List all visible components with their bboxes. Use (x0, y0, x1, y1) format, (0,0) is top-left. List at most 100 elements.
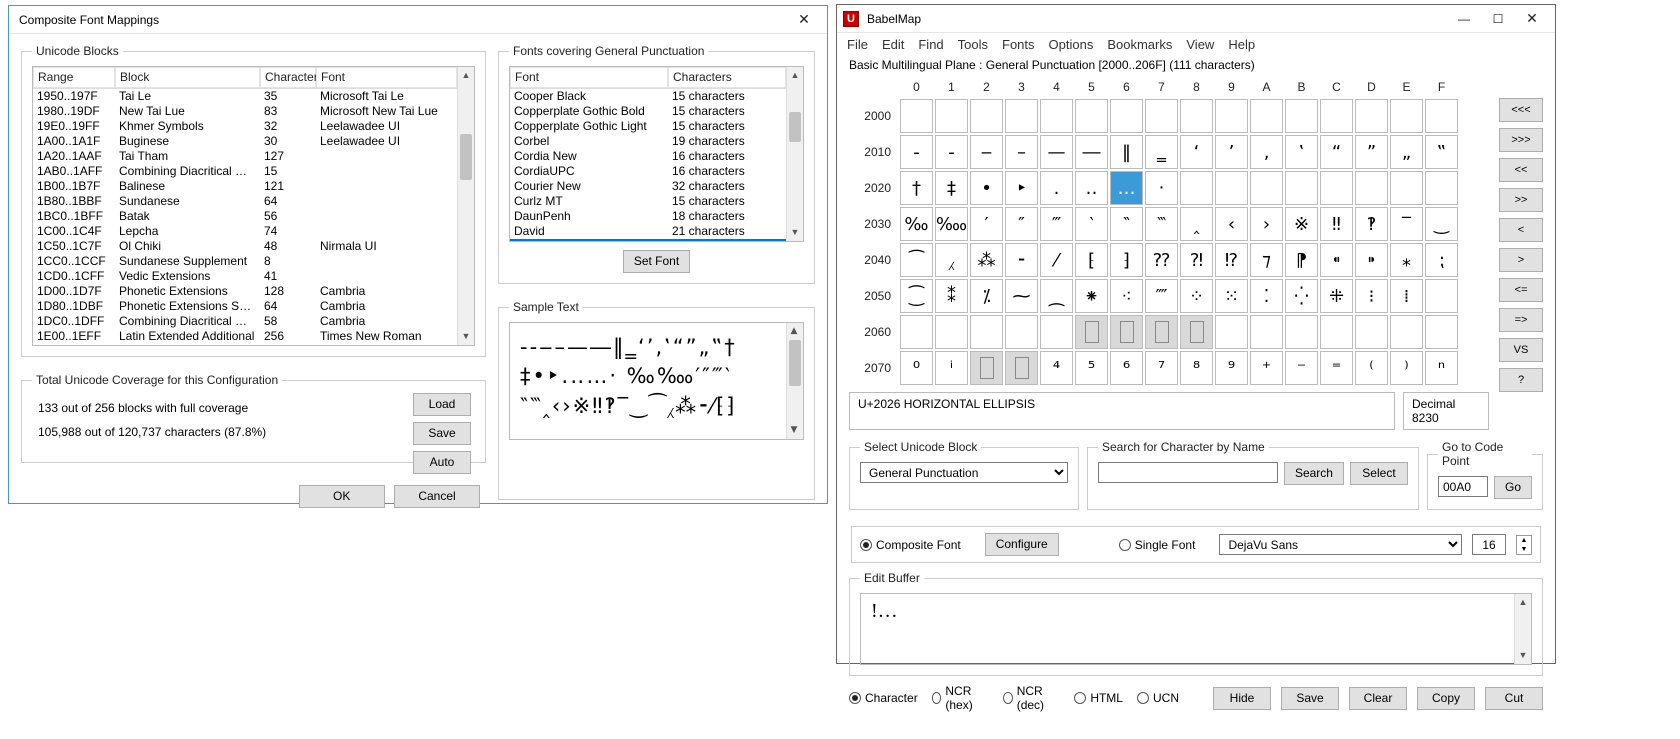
char-cell[interactable] (1390, 171, 1423, 205)
table-row[interactable]: 1DC0..1DFFCombining Diacritical Marks ..… (33, 314, 457, 329)
menu-edit[interactable]: Edit (882, 37, 904, 52)
cancel-button[interactable]: Cancel (394, 485, 480, 508)
char-cell[interactable]: ⁵ (1075, 351, 1108, 385)
char-cell[interactable]: ‛ (1285, 135, 1318, 169)
set-font-button[interactable]: Set Font (623, 250, 690, 273)
char-cell[interactable] (935, 99, 968, 133)
nav-button[interactable]: VS (1499, 338, 1543, 362)
char-cell[interactable]: ⁇ (1145, 243, 1178, 277)
char-cell[interactable] (970, 315, 1003, 349)
table-row[interactable]: 1B80..1BBFSundanese64 (33, 194, 457, 209)
char-cell[interactable]: ‴ (1040, 207, 1073, 241)
char-cell[interactable]: ⁱ (935, 351, 968, 385)
char-cell[interactable]: ⁷ (1145, 351, 1178, 385)
char-cell[interactable]: ‖ (1110, 135, 1143, 169)
table-row[interactable]: Copperplate Gothic Bold15 characters (510, 104, 786, 119)
char-cell[interactable]: ‼ (1320, 207, 1353, 241)
char-cell[interactable]: ⁍ (1355, 243, 1388, 277)
char-cell[interactable]: — (1040, 135, 1073, 169)
char-cell[interactable] (1355, 99, 1388, 133)
char-cell[interactable]: ‚ (1250, 135, 1283, 169)
char-cell[interactable]: ⁆ (1110, 243, 1143, 277)
table-row[interactable]: 19E0..19FFKhmer Symbols32Leelawadee UI (33, 119, 457, 134)
clear-button[interactable]: Clear (1349, 687, 1407, 710)
char-cell[interactable]: ‟ (1425, 135, 1458, 169)
char-cell[interactable]: ⁶ (1110, 351, 1143, 385)
char-cell[interactable] (900, 99, 933, 133)
char-cell[interactable]: ⁽ (1355, 351, 1388, 385)
char-cell[interactable]: ⁼ (1320, 351, 1353, 385)
char-cell[interactable]: ⁚ (1250, 279, 1283, 313)
char-cell[interactable]: ‥ (1075, 171, 1108, 205)
char-cell[interactable]: ⁻ (1285, 351, 1318, 385)
char-cell[interactable] (1320, 315, 1353, 349)
nav-button[interactable]: ? (1499, 368, 1543, 392)
table-row[interactable]: 1D80..1DBFPhonetic Extensions Supple...6… (33, 299, 457, 314)
minimize-icon[interactable]: — (1447, 12, 1481, 26)
char-cell[interactable] (970, 99, 1003, 133)
encoding-radio[interactable]: NCR (hex) (932, 684, 989, 712)
scroll-up-icon[interactable]: ▲ (458, 67, 474, 84)
col-range[interactable]: Range (33, 67, 115, 88)
table-row[interactable]: Curlz MT15 characters (510, 194, 786, 209)
char-cell[interactable]: ‽ (1355, 207, 1388, 241)
char-cell[interactable] (1110, 315, 1143, 349)
char-cell[interactable]: ′ (970, 207, 1003, 241)
char-cell[interactable]: ‣ (1005, 171, 1038, 205)
char-cell[interactable] (1215, 315, 1248, 349)
sample-text-area[interactable]: ‐‑‒–—―‖‗‘’‚‛“”„‟†‡•‣․‥…‧ ‰‱′″‴‵‶‷‸‹›※‼‽‾… (509, 322, 804, 440)
char-cell[interactable]: ⁸ (1180, 351, 1213, 385)
fcol-characters[interactable]: Characters (668, 67, 786, 88)
char-cell[interactable]: † (900, 171, 933, 205)
char-cell[interactable] (1355, 315, 1388, 349)
menu-bookmarks[interactable]: Bookmarks (1107, 37, 1172, 52)
nav-button[interactable]: => (1499, 308, 1543, 332)
table-row[interactable]: 1A00..1A1FBuginese30Leelawadee UI (33, 134, 457, 149)
char-cell[interactable]: ⁜ (1320, 279, 1353, 313)
table-row[interactable]: Courier New32 characters (510, 179, 786, 194)
char-cell[interactable]: ‱ (935, 207, 968, 241)
fonts-table[interactable]: Font Characters Cooper Black15 character… (509, 66, 804, 242)
table-row[interactable]: 1AB0..1AFFCombining Diacritical Marks ..… (33, 164, 457, 179)
table-row[interactable]: 1980..19DFNew Tai Lue83Microsoft New Tai… (33, 104, 457, 119)
char-cell[interactable] (1320, 99, 1353, 133)
table-row[interactable]: 1950..197FTai Le35Microsoft Tai Le (33, 89, 457, 104)
menu-find[interactable]: Find (918, 37, 943, 52)
char-cell[interactable]: ⁗ (1145, 279, 1178, 313)
search-button[interactable]: Search (1284, 462, 1344, 485)
table-row[interactable]: 1A20..1AAFTai Tham127 (33, 149, 457, 164)
char-cell[interactable] (1285, 315, 1318, 349)
char-cell[interactable]: ⁄ (1040, 243, 1073, 277)
menu-file[interactable]: File (847, 37, 868, 52)
go-button[interactable]: Go (1494, 476, 1532, 499)
char-cell[interactable]: ⁘ (1180, 279, 1213, 313)
char-cell[interactable]: ⁔ (1040, 279, 1073, 313)
nav-button[interactable]: >>> (1499, 128, 1543, 152)
nav-button[interactable]: < (1499, 218, 1543, 242)
char-cell[interactable] (1145, 99, 1178, 133)
table-row[interactable]: 1C50..1C7FOl Chiki48Nirmala UI (33, 239, 457, 254)
maximize-icon[interactable]: ☐ (1481, 12, 1515, 26)
char-cell[interactable] (1075, 315, 1108, 349)
char-cell[interactable]: ⁂ (970, 243, 1003, 277)
table-row[interactable]: David21 characters (510, 224, 786, 239)
nav-button[interactable]: > (1499, 248, 1543, 272)
select-button[interactable]: Select (1350, 462, 1408, 485)
char-cell[interactable]: ⁐ (900, 279, 933, 313)
single-font-radio[interactable]: Single Font (1119, 538, 1196, 552)
table-row[interactable]: 1D00..1D7FPhonetic Extensions128Cambria (33, 284, 457, 299)
char-cell[interactable]: ‡ (935, 171, 968, 205)
char-cell[interactable] (1005, 99, 1038, 133)
char-cell[interactable]: ” (1355, 135, 1388, 169)
scroll-down-icon[interactable]: ▼ (1515, 647, 1531, 664)
table-row[interactable]: Copperplate Gothic Light15 characters (510, 119, 786, 134)
menu-view[interactable]: View (1186, 37, 1214, 52)
char-cell[interactable]: „ (1390, 135, 1423, 169)
char-cell[interactable] (1425, 171, 1458, 205)
char-cell[interactable] (1180, 315, 1213, 349)
char-cell[interactable]: ‐ (900, 135, 933, 169)
char-cell[interactable]: ⁹ (1215, 351, 1248, 385)
char-cell[interactable]: ⁾ (1390, 351, 1423, 385)
char-cell[interactable] (1425, 315, 1458, 349)
char-cell[interactable] (935, 315, 968, 349)
